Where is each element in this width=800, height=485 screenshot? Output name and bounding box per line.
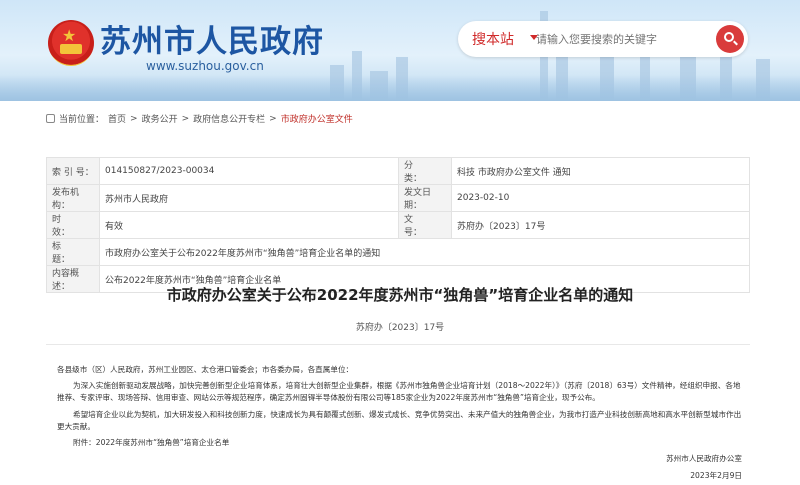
- table-row: 索 引 号： 014150827/2023-00034 分 类： 科技 市政府办…: [46, 157, 750, 185]
- meta-label: 文 号：: [398, 211, 452, 239]
- meta-value: 014150827/2023-00034: [99, 157, 399, 185]
- meta-value: 市政府办公室关于公布2022年度苏州市“独角兽”培育企业名单的通知: [99, 238, 750, 266]
- table-row: 标 题： 市政府办公室关于公布2022年度苏州市“独角兽”培育企业名单的通知: [46, 238, 750, 266]
- document-paragraph: 为深入实施创新驱动发展战略，加快完善创新型企业培育体系，培育壮大创新型企业集群，…: [57, 381, 741, 402]
- site-header: ★ 苏州市人民政府 www.suzhou.gov.cn 搜本站: [0, 0, 800, 101]
- search-box: 搜本站: [458, 21, 748, 57]
- location-icon: [46, 114, 55, 123]
- meta-label: 标 题：: [46, 238, 100, 266]
- breadcrumb: 当前位置： 首页 > 政务公开 > 政府信息公开专栏 > 市政府办公室文件: [46, 112, 353, 125]
- lake-backdrop: [0, 75, 800, 101]
- search-scope-select[interactable]: 搜本站: [472, 29, 514, 49]
- site-title[interactable]: 苏州市人民政府: [100, 16, 324, 61]
- search-button[interactable]: [716, 25, 744, 53]
- table-row: 时 效： 有效 文 号： 苏府办〔2023〕17号: [46, 211, 750, 239]
- attachment-link[interactable]: 附件：2022年度苏州市“独角兽”培育企业名单: [57, 437, 743, 449]
- document-meta-table: 索 引 号： 014150827/2023-00034 分 类： 科技 市政府办…: [46, 157, 750, 293]
- meta-value: 苏府办〔2023〕17号: [451, 211, 750, 239]
- breadcrumb-prefix: 当前位置：: [59, 115, 105, 125]
- breadcrumb-link-info-column[interactable]: 政府信息公开专栏: [193, 112, 265, 125]
- meta-label: 索 引 号：: [46, 157, 100, 185]
- sign-date: 2023年2月9日: [690, 471, 742, 480]
- divider: [46, 344, 750, 345]
- meta-label: 分 类：: [398, 157, 452, 185]
- meta-label: 发布机构：: [46, 184, 100, 212]
- breadcrumb-separator: >: [130, 113, 138, 124]
- document-number: 苏府办〔2023〕17号: [355, 323, 445, 333]
- breadcrumb-separator: >: [269, 113, 277, 124]
- document-salutation: 各县级市（区）人民政府，苏州工业园区、太仓港口管委会；市各委办局，各直属单位：: [57, 365, 354, 374]
- table-row: 发布机构： 苏州市人民政府 发文日期： 2023-02-10: [46, 184, 750, 212]
- breadcrumb-link-gov-affairs[interactable]: 政务公开: [142, 112, 178, 125]
- meta-label: 时 效：: [46, 211, 100, 239]
- meta-value: 苏州市人民政府: [99, 184, 399, 212]
- meta-value: 2023-02-10: [451, 184, 750, 212]
- meta-value: 有效: [99, 211, 399, 239]
- document-paragraph: 希望培育企业以此为契机，加大研发投入和科技创新力度，快速成长为具有颠覆式创新、爆…: [57, 410, 742, 431]
- site-url: www.suzhou.gov.cn: [146, 59, 264, 73]
- signer: 苏州市人民政府办公室: [666, 454, 742, 463]
- national-emblem-icon[interactable]: ★: [48, 20, 94, 66]
- search-input[interactable]: [536, 29, 708, 49]
- breadcrumb-link-home[interactable]: 首页: [108, 112, 126, 125]
- breadcrumb-current[interactable]: 市政府办公室文件: [281, 112, 353, 125]
- meta-value: 科技 市政府办公室文件 通知: [451, 157, 750, 185]
- meta-label: 发文日期：: [398, 184, 452, 212]
- document-title: 市政府办公室关于公布2022年度苏州市“独角兽”培育企业名单的通知: [166, 286, 634, 304]
- breadcrumb-separator: >: [181, 113, 190, 124]
